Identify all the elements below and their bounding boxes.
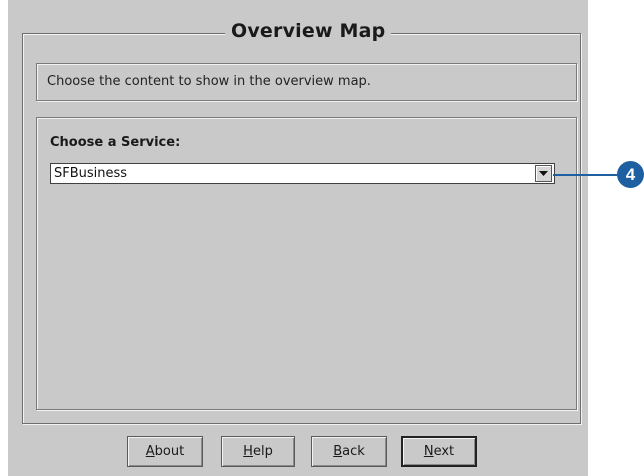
chevron-down-icon (539, 171, 548, 176)
next-mnemonic: N (423, 444, 434, 459)
instruction-panel: Choose the content to show in the overvi… (36, 63, 577, 101)
service-dropdown[interactable]: SFBusiness (50, 163, 555, 184)
overview-map-dialog: Overview Map Choose the content to show … (8, 0, 588, 476)
next-label: ext (433, 444, 455, 459)
help-button[interactable]: Help (221, 436, 295, 467)
next-button[interactable]: Next (401, 436, 477, 467)
callout-leader-line (553, 174, 619, 176)
back-mnemonic: B (333, 444, 343, 459)
about-mnemonic: A (145, 444, 155, 459)
back-label: ack (342, 444, 365, 459)
service-panel: Choose a Service: SFBusiness (36, 117, 577, 410)
dropdown-button[interactable] (535, 165, 552, 182)
instruction-text: Choose the content to show in the overvi… (47, 74, 371, 89)
service-label: Choose a Service: (50, 135, 181, 150)
about-button[interactable]: About (127, 436, 203, 467)
back-button[interactable]: Back (311, 436, 387, 467)
callout-number-badge: 4 (617, 161, 644, 188)
help-mnemonic: H (243, 444, 253, 459)
dialog-title: Overview Map (225, 20, 392, 42)
screenshot-canvas: Overview Map Choose the content to show … (0, 0, 644, 476)
help-label: elp (252, 444, 273, 459)
service-dropdown-value: SFBusiness (54, 166, 128, 181)
about-label: bout (154, 444, 185, 459)
